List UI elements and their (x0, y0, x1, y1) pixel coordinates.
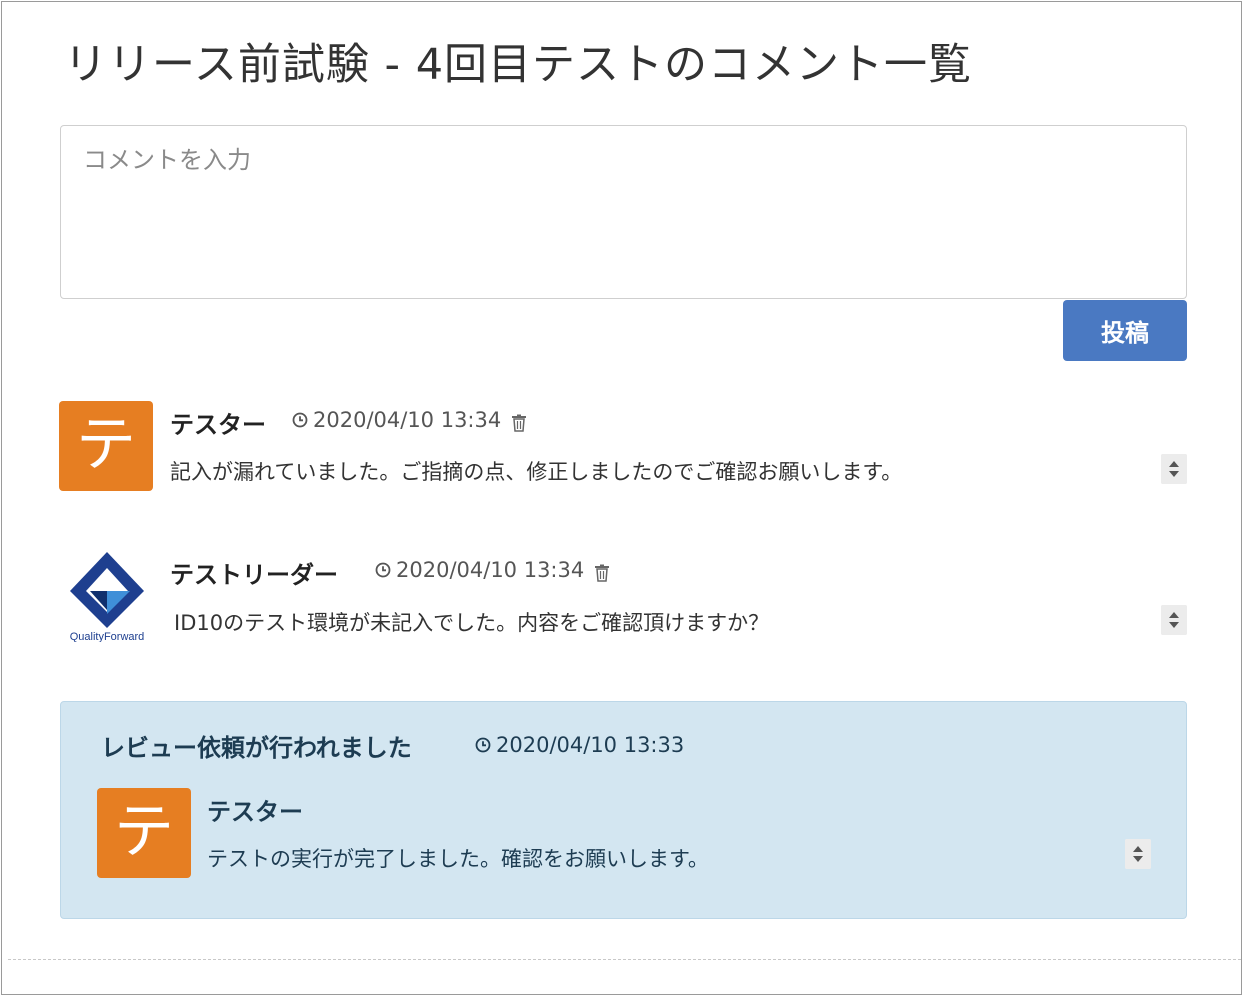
review-request-box: レビュー依頼が行われました 2020/04/10 13:33 テ テスター テス… (60, 701, 1187, 919)
timestamp-text: 2020/04/10 13:34 (313, 408, 502, 432)
review-request-timestamp: 2020/04/10 13:33 (475, 733, 684, 757)
comment-body: 記入が漏れていました。ご指摘の点、修正しましたのでご確認お願いします。 (170, 460, 903, 484)
sort-arrows-icon[interactable] (1161, 454, 1187, 484)
avatar: テ (59, 401, 153, 491)
comment-author: テスター (170, 411, 266, 439)
comment-input[interactable] (60, 125, 1187, 299)
comment-body: テストの実行が完了しました。確認をお願いします。 (207, 847, 709, 871)
page-frame: リリース前試験 - 4回目テストのコメント一覧 投稿 テ テスター 2020/0… (1, 1, 1242, 995)
bottom-divider (8, 959, 1241, 960)
comment-body: ID10のテスト環境が未記入でした。内容をご確認頂けますか？ (174, 611, 770, 635)
logo-text: QualityForward (70, 631, 145, 642)
comment-timestamp: 2020/04/10 13:34 (375, 558, 584, 582)
sort-arrows-icon[interactable] (1125, 839, 1151, 869)
comment-author: テストリーダー (170, 561, 338, 589)
trash-icon[interactable] (594, 564, 610, 582)
comment-author: テスター (207, 798, 303, 826)
quality-forward-logo-icon: QualityForward (70, 552, 145, 642)
trash-icon[interactable] (511, 414, 527, 432)
clock-icon (475, 737, 491, 753)
post-button[interactable]: 投稿 (1063, 300, 1187, 361)
comment-timestamp: 2020/04/10 13:34 (292, 408, 501, 432)
clock-icon (292, 412, 308, 428)
review-request-title: レビュー依頼が行われました (101, 734, 412, 762)
sort-arrows-icon[interactable] (1161, 605, 1187, 635)
page-title: リリース前試験 - 4回目テストのコメント一覧 (64, 40, 973, 90)
clock-icon (375, 562, 391, 578)
avatar: テ (97, 788, 191, 878)
timestamp-text: 2020/04/10 13:33 (496, 733, 685, 757)
timestamp-text: 2020/04/10 13:34 (396, 558, 585, 582)
